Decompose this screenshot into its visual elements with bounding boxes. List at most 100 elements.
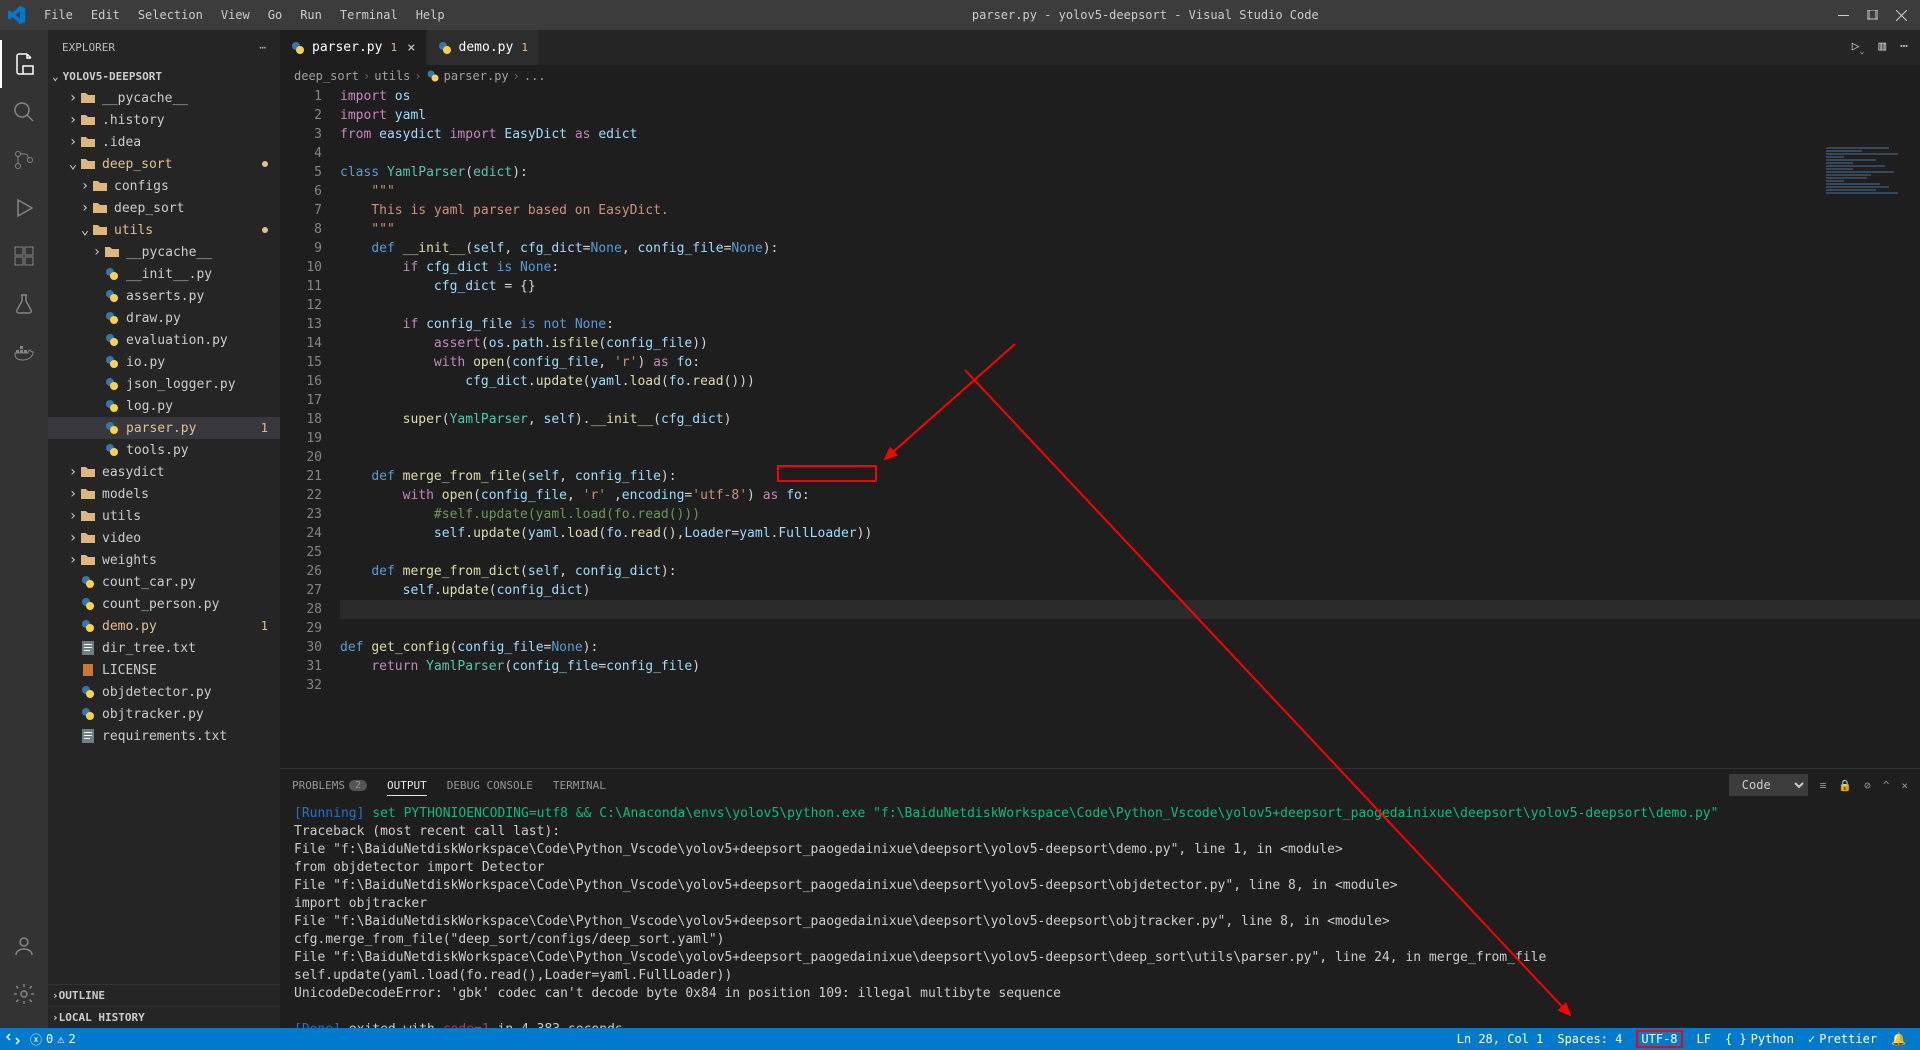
folder--idea[interactable]: ›.idea [48,131,280,153]
folder-__pycache__[interactable]: ›__pycache__ [48,87,280,109]
filter-icon[interactable]: ≡ [1820,779,1827,792]
file-LICENSE[interactable]: LICENSE [48,659,280,681]
extensions-icon[interactable] [0,232,48,280]
folder-easydict[interactable]: ›easydict [48,461,280,483]
accounts-icon[interactable] [0,922,48,970]
menu-terminal[interactable]: Terminal [332,4,406,26]
code-content[interactable]: import os import yaml from easydict impo… [340,87,1920,768]
editor-actions: ▷⌄ ▥ ⋯ [1852,39,1920,56]
file-tools-py[interactable]: tools.py [48,439,280,461]
menu-bar: File Edit Selection View Go Run Terminal… [36,4,453,26]
file-io-py[interactable]: io.py [48,351,280,373]
folder-utils[interactable]: ›utils [48,505,280,527]
file-__init__-py[interactable]: __init__.py [48,263,280,285]
file-objdetector-py[interactable]: objdetector.py [48,681,280,703]
code-editor[interactable]: 1234567891011121314151617181920212223242… [280,87,1920,768]
folder-video[interactable]: ›video [48,527,280,549]
run-debug-icon[interactable] [0,184,48,232]
file-parser-py[interactable]: parser.py1 [48,417,280,439]
testing-icon[interactable] [0,280,48,328]
more-icon[interactable]: ⋯ [1900,39,1908,56]
file-evaluation-py[interactable]: evaluation.py [48,329,280,351]
menu-file[interactable]: File [36,4,81,26]
docker-icon[interactable] [0,328,48,376]
notifications-icon[interactable]: 🔔 [1891,1032,1906,1046]
status-prettier[interactable]: ✓ Prettier [1808,1032,1877,1046]
lock-icon[interactable]: 🔒 [1838,779,1852,792]
file-draw-py[interactable]: draw.py [48,307,280,329]
status-encoding[interactable]: UTF-8 [1636,1030,1682,1048]
remote-icon[interactable] [6,1032,20,1046]
panel: PROBLEMS2 OUTPUT DEBUG CONSOLE TERMINAL … [280,768,1920,1028]
close-icon[interactable]: × [407,40,415,56]
folder-__pycache__[interactable]: ›__pycache__ [48,241,280,263]
explorer-title: EXPLORER [62,41,115,54]
folder-deep_sort[interactable]: ›deep_sort [48,197,280,219]
menu-edit[interactable]: Edit [83,4,128,26]
chevron-down-icon: ⌄ [52,70,59,83]
output-content[interactable]: [Running] set PYTHONIOENCODING=utf8 && C… [280,801,1920,1028]
problems-tab[interactable]: PROBLEMS2 [292,779,367,792]
project-header[interactable]: ⌄ YOLOV5-DEEPSORT [48,65,280,87]
activity-bar [0,30,48,1028]
split-icon[interactable]: ▥ [1878,39,1886,56]
status-spaces[interactable]: Spaces: 4 [1557,1032,1622,1046]
debug-console-tab[interactable]: DEBUG CONSOLE [447,779,533,792]
sidebar-header: EXPLORER ⋯ [48,30,280,65]
line-numbers: 1234567891011121314151617181920212223242… [280,87,340,768]
status-language[interactable]: { } Python [1725,1032,1794,1046]
folder-models[interactable]: ›models [48,483,280,505]
tab-parser[interactable]: parser.py 1 × [280,30,427,65]
terminal-tab[interactable]: TERMINAL [553,779,606,792]
title-bar: File Edit Selection View Go Run Terminal… [0,0,1920,30]
file-log-py[interactable]: log.py [48,395,280,417]
status-errors[interactable]: ⓧ 0 ⚠ 2 [30,1031,76,1048]
file-count_car-py[interactable]: count_car.py [48,571,280,593]
settings-gear-icon[interactable] [0,970,48,1018]
file-objtracker-py[interactable]: objtracker.py [48,703,280,725]
close-icon[interactable] [1896,10,1907,21]
menu-selection[interactable]: Selection [130,4,211,26]
status-bar: ⓧ 0 ⚠ 2 Ln 28, Col 1 Spaces: 4 UTF-8 LF … [0,1028,1920,1050]
output-tab[interactable]: OUTPUT [387,779,427,796]
explorer-icon[interactable] [0,40,48,88]
python-icon [426,69,440,83]
output-filter[interactable]: Code [1729,774,1808,796]
local-history-section[interactable]: ›LOCAL HISTORY [48,1006,280,1028]
expand-icon[interactable]: ^ [1883,779,1890,792]
panel-tabs: PROBLEMS2 OUTPUT DEBUG CONSOLE TERMINAL … [280,769,1920,801]
menu-help[interactable]: Help [408,4,453,26]
file-dir_tree-txt[interactable]: dir_tree.txt [48,637,280,659]
project-name: YOLOV5-DEEPSORT [63,70,162,83]
tab-demo[interactable]: demo.py 1 [427,30,539,65]
menu-run[interactable]: Run [292,4,330,26]
close-panel-icon[interactable]: × [1901,779,1908,792]
source-control-icon[interactable] [0,136,48,184]
minimize-icon[interactable] [1838,10,1849,21]
file-requirements-txt[interactable]: requirements.txt [48,725,280,747]
folder-configs[interactable]: ›configs [48,175,280,197]
window-controls [1838,10,1912,21]
status-line-col[interactable]: Ln 28, Col 1 [1457,1032,1544,1046]
menu-go[interactable]: Go [260,4,290,26]
file-count_person-py[interactable]: count_person.py [48,593,280,615]
menu-view[interactable]: View [213,4,258,26]
clear-icon[interactable]: ⊘ [1864,779,1871,792]
minimap[interactable] [1826,147,1916,267]
file-demo-py[interactable]: demo.py1 [48,615,280,637]
status-eol[interactable]: LF [1697,1032,1711,1046]
outline-section[interactable]: ›OUTLINE [48,984,280,1006]
more-icon[interactable]: ⋯ [259,41,266,54]
folder-utils[interactable]: ⌄utils [48,219,280,241]
breadcrumbs[interactable]: deep_sort› utils› parser.py› ... [280,65,1920,87]
maximize-icon[interactable] [1867,10,1878,21]
file-asserts-py[interactable]: asserts.py [48,285,280,307]
file-json_logger-py[interactable]: json_logger.py [48,373,280,395]
folder--history[interactable]: ›.history [48,109,280,131]
run-icon[interactable]: ▷⌄ [1852,39,1865,56]
folder-weights[interactable]: ›weights [48,549,280,571]
file-tree: ›__pycache__›.history›.idea⌄deep_sort›co… [48,87,280,984]
window-title: parser.py - yolov5-deepsort - Visual Stu… [453,8,1838,22]
search-icon[interactable] [0,88,48,136]
folder-deep_sort[interactable]: ⌄deep_sort [48,153,280,175]
